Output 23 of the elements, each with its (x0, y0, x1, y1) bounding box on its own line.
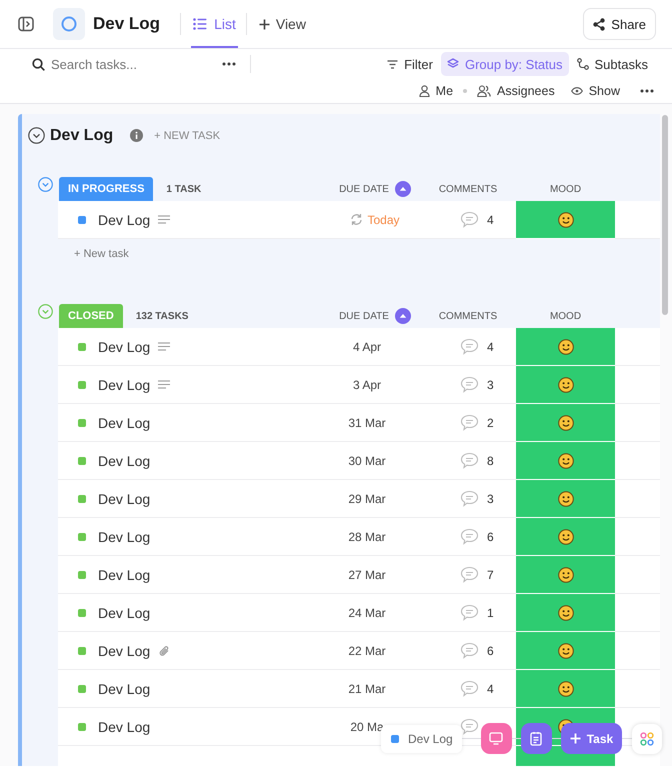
comment-count: 3 (487, 492, 494, 506)
comment-count: 4 (487, 682, 494, 696)
comment-count: 6 (487, 530, 494, 544)
status-badge: IN PROGRESS (59, 177, 154, 201)
column-header: COMMENTS (438, 310, 498, 322)
comment-count: 4 (487, 340, 494, 354)
comment-count: 6 (487, 644, 494, 658)
comment-count: 8 (487, 454, 494, 468)
column-header: MOOD (550, 310, 582, 322)
task-count: 1 TASK (166, 184, 202, 194)
page-title: Dev Log (93, 14, 160, 34)
column-header: DUE DATE (339, 310, 389, 322)
comment-count: 3 (487, 378, 494, 392)
comment-count: 1 (487, 606, 494, 620)
comment-count: 7 (487, 568, 494, 582)
list-title: Dev Log (50, 126, 114, 144)
comment-count: 2 (487, 416, 494, 430)
task-count: 132 TASKS (136, 310, 188, 322)
comment-count: 4 (487, 212, 494, 226)
status-badge: CLOSED (59, 304, 123, 328)
column-header: DUE DATE (339, 184, 389, 194)
column-header: MOOD (550, 184, 582, 194)
column-header: COMMENTS (438, 184, 498, 194)
